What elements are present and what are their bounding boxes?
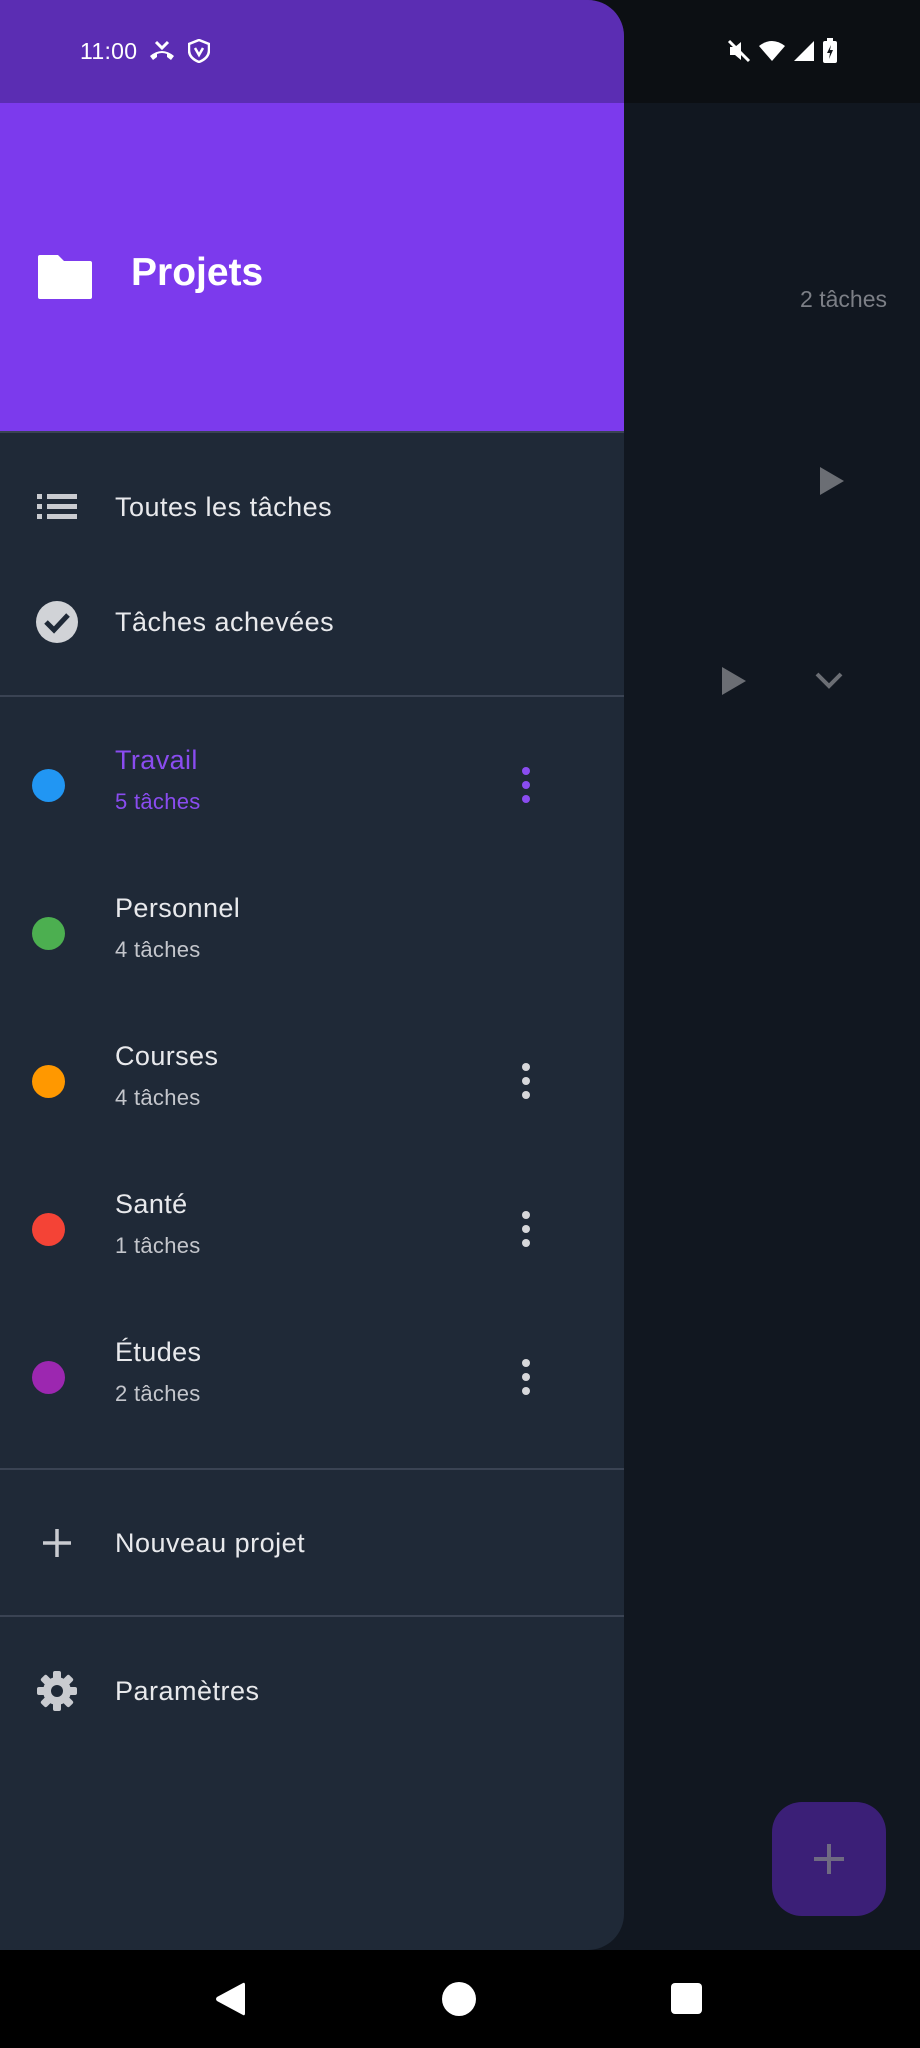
chevron-down-icon [815,672,843,689]
back-icon[interactable] [213,1980,247,2018]
project-item-etudes[interactable]: Études 2 tâches [0,1309,624,1449]
project-task-count: 4 tâches [115,1085,201,1110]
play-icon [722,667,746,695]
project-color-dot [32,917,65,950]
more-options-icon[interactable] [508,1059,544,1103]
folder-icon [38,255,92,299]
project-name: Courses [115,1041,219,1071]
drawer-header: Projets [0,103,624,433]
nav-completed-tasks[interactable]: Tâches achevées [0,567,624,677]
home-icon[interactable] [442,1982,476,2016]
plus-icon [814,1844,844,1874]
divider [0,1615,624,1617]
project-task-count: 5 tâches [115,789,201,814]
list-icon [34,484,80,530]
project-task-count: 1 tâches [115,1233,201,1258]
nav-completed-tasks-label: Tâches achevées [115,606,335,637]
project-color-dot [32,1065,65,1098]
drawer-title: Projets [131,251,264,294]
recent-apps-icon[interactable] [671,1983,702,2014]
play-icon [820,467,844,495]
project-name: Santé [115,1189,188,1219]
battery-icon [823,38,837,63]
vpn-shield-icon [188,39,210,63]
settings-label: Paramètres [115,1675,260,1706]
new-project-button[interactable]: Nouveau projet [0,1488,624,1598]
divider [0,431,624,433]
more-options-icon[interactable] [508,1207,544,1251]
add-task-fab[interactable] [772,1802,886,1916]
divider [0,695,624,697]
background-task-count: 2 tâches [800,286,887,312]
plus-icon [34,1520,80,1566]
signal-icon [794,41,814,61]
wifi-icon [759,41,785,61]
project-task-count: 2 tâches [115,1381,201,1406]
project-color-dot [32,1361,65,1394]
new-project-label: Nouveau projet [115,1527,306,1558]
missed-call-icon [150,40,174,60]
system-navigation-bar [0,1950,920,2048]
settings-button[interactable]: Paramètres [0,1636,624,1746]
project-item-courses[interactable]: Courses 4 tâches [0,1013,624,1153]
more-options-icon[interactable] [508,1355,544,1399]
project-color-dot [32,1213,65,1246]
project-name: Personnel [115,893,241,923]
check-circle-icon [34,599,80,645]
navigation-drawer: 11:00 Projets Toutes les tâches Tâches a… [0,0,624,1950]
status-bar: 11:00 [0,0,624,103]
project-item-personnel[interactable]: Personnel 4 tâches [0,865,624,1005]
more-options-icon[interactable] [508,763,544,807]
project-item-travail[interactable]: Travail 5 tâches [0,717,624,857]
divider [0,1468,624,1470]
mute-icon [727,39,751,63]
screen: 2 tâches 11:00 Projets Toutes les tâches… [0,0,920,2048]
gear-icon [34,1668,80,1714]
nav-all-tasks[interactable]: Toutes les tâches [0,452,624,562]
status-left-icons [148,39,210,63]
status-icons [726,38,838,64]
project-item-sante[interactable]: Santé 1 tâches [0,1161,624,1301]
project-task-count: 4 tâches [115,937,201,962]
status-time: 11:00 [80,38,138,64]
project-color-dot [32,769,65,802]
project-name: Travail [115,745,198,775]
project-name: Études [115,1337,202,1367]
nav-all-tasks-label: Toutes les tâches [115,491,333,522]
